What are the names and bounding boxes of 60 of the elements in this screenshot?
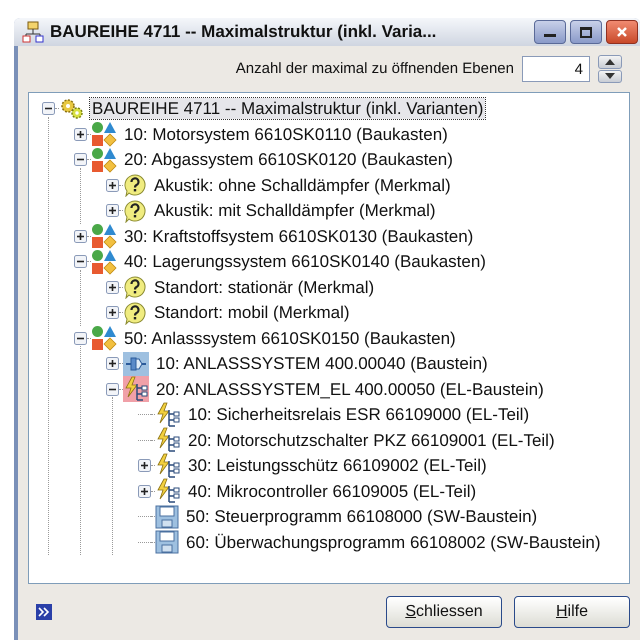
tree-item[interactable]: Standort: stationär (Merkmal): [152, 276, 376, 298]
expand-toggle[interactable]: [106, 178, 119, 192]
tree-item[interactable]: Akustik: ohne Schalldämpfer (Merkmal): [152, 174, 453, 196]
tree-item[interactable]: Akustik: mit Schalldämpfer (Merkmal): [152, 200, 438, 222]
tree-item[interactable]: 50: Anlasssystem 6610SK0150 (Baukasten): [122, 328, 458, 349]
question-icon: [123, 173, 147, 198]
close-button[interactable]: [606, 20, 638, 44]
expand-toggle[interactable]: [138, 484, 151, 498]
lightning-tree-icon: [155, 402, 181, 428]
tree-item[interactable]: 10: ANLASSSYSTEM 400.00040 (Baustein): [154, 353, 490, 374]
tree-item[interactable]: 30: Kraftstoffsystem 6610SK0130 (Baukasten): [122, 226, 476, 247]
tree-item[interactable]: 40: Lagerungssystem 6610SK0140 (Baukasten): [122, 251, 488, 272]
lightning-tree-icon: [155, 452, 181, 479]
collapse-toggle[interactable]: [74, 153, 87, 166]
tree-item[interactable]: 10: Motorsystem 6610SK0110 (Baukasten): [122, 124, 450, 145]
expand-toggle[interactable]: [74, 128, 87, 141]
lightning-tree-icon: [155, 427, 181, 454]
shapes-icon: [91, 223, 117, 250]
collapse-toggle[interactable]: [42, 102, 55, 116]
tree-item[interactable]: 20: Abgassystem 6610SK0120 (Baukasten): [122, 149, 455, 170]
shapes-icon: [91, 121, 117, 148]
levels-label: Anzahl der maximal zu öffnenden Ebenen: [236, 58, 514, 79]
collapse-toggle[interactable]: [106, 382, 119, 396]
expand-toggle[interactable]: [138, 459, 151, 472]
maximize-button[interactable]: [570, 20, 602, 44]
tree-item[interactable]: 40: Mikrocontroller 66109005 (EL-Teil): [186, 480, 478, 502]
question-icon: [123, 198, 147, 223]
close-button[interactable]: Schliessen: [386, 596, 502, 628]
collapse-toggle[interactable]: [74, 255, 87, 268]
chevrons-icon[interactable]: [36, 604, 52, 620]
help-button[interactable]: Hilfe: [514, 596, 630, 628]
expand-toggle[interactable]: [106, 280, 119, 294]
expand-toggle[interactable]: [106, 204, 119, 218]
collapse-toggle[interactable]: [74, 332, 87, 345]
shapes-icon: [91, 248, 117, 275]
expand-toggle[interactable]: [106, 357, 119, 370]
gears-icon: [59, 96, 85, 121]
tree-item[interactable]: BAUREIHE 4711 -- Maximalstruktur (inkl. Varianten): [90, 98, 486, 120]
spin-buttons[interactable]: [598, 55, 622, 83]
tree-item[interactable]: 30: Leistungsschütz 66109002 (EL-Teil): [186, 455, 489, 476]
tree-item[interactable]: 20: ANLASSSYSTEM_EL 400.00050 (EL-Baustein): [154, 378, 546, 400]
close-icon: [616, 26, 628, 38]
tree-item[interactable]: 50: Steuerprogramm 66108000 (SW-Baustein): [184, 506, 540, 528]
expand-toggle[interactable]: [106, 306, 119, 320]
shapes-icon: [91, 325, 117, 352]
tree-item[interactable]: 20: Motorschutzschalter PKZ 66109001 (EL-Teil): [186, 430, 557, 451]
levels-field[interactable]: 4: [522, 56, 590, 82]
window-title: BAUREIHE 4711 -- Maximalstruktur (inkl. Varia...: [50, 21, 436, 44]
network-icon: [22, 21, 44, 43]
tree-item[interactable]: 10: Sicherheitsrelais ESR 66109000 (EL-Teil): [186, 404, 532, 426]
tree-item[interactable]: 60: Überwachungsprogramm 66108002 (SW-Baustein): [184, 532, 603, 553]
expand-toggle[interactable]: [74, 230, 87, 243]
plug-icon: [123, 352, 149, 376]
minimize-button[interactable]: [534, 20, 566, 44]
question-icon: [123, 275, 147, 300]
lightning-tree-icon: [155, 478, 181, 504]
tree-item[interactable]: Standort: mobil (Merkmal): [152, 302, 352, 324]
shapes-icon: [91, 146, 117, 173]
question-icon: [123, 300, 147, 325]
lightning-tree-icon: [123, 376, 149, 402]
